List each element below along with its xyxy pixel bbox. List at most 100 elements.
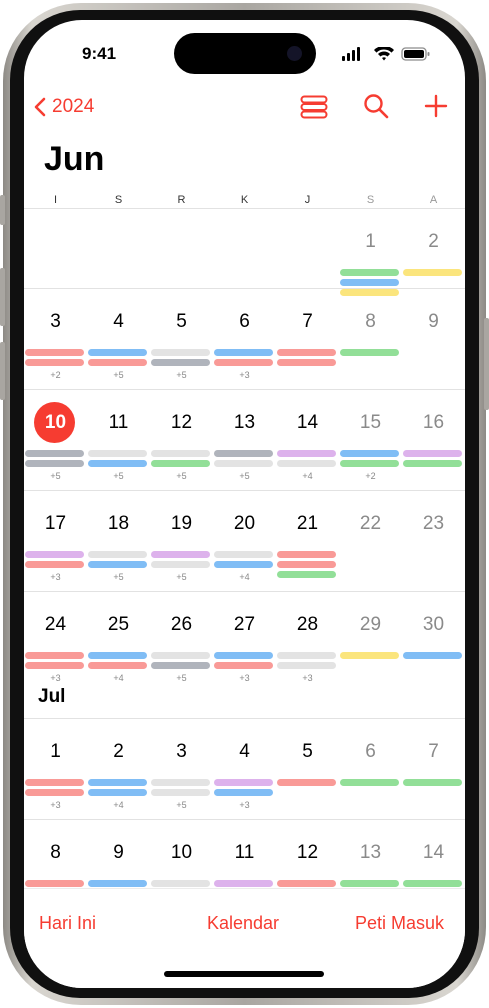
- event-bar[interactable]: [151, 880, 210, 887]
- event-bar[interactable]: [340, 450, 399, 457]
- event-bar[interactable]: [25, 359, 84, 366]
- event-bar[interactable]: [340, 779, 399, 786]
- event-bar[interactable]: [88, 349, 147, 356]
- event-bar[interactable]: [151, 779, 210, 786]
- event-bar[interactable]: [88, 662, 147, 669]
- event-bar[interactable]: [214, 450, 273, 457]
- event-bar[interactable]: [277, 652, 336, 659]
- day-cell[interactable]: 9: [402, 289, 465, 389]
- event-bar[interactable]: [277, 460, 336, 467]
- event-bar[interactable]: [214, 551, 273, 558]
- day-cell[interactable]: 4 +5: [87, 289, 150, 389]
- event-bar[interactable]: [403, 880, 462, 887]
- event-bar[interactable]: [25, 349, 84, 356]
- event-bar[interactable]: [403, 779, 462, 786]
- day-cell[interactable]: 22: [339, 491, 402, 591]
- day-cell[interactable]: 16: [402, 390, 465, 490]
- event-bar[interactable]: [25, 779, 84, 786]
- event-bar[interactable]: [25, 880, 84, 887]
- day-cell[interactable]: 3 +5: [150, 719, 213, 819]
- event-bar[interactable]: [88, 551, 147, 558]
- event-bar[interactable]: [214, 349, 273, 356]
- day-cell[interactable]: 21: [276, 491, 339, 591]
- event-bar[interactable]: [25, 561, 84, 568]
- event-bar[interactable]: [214, 460, 273, 467]
- day-cell[interactable]: 28 +3: [276, 592, 339, 692]
- day-cell[interactable]: 18 +5: [87, 491, 150, 591]
- event-bar[interactable]: [277, 779, 336, 786]
- list-view-icon[interactable]: [300, 95, 328, 119]
- event-bar[interactable]: [151, 450, 210, 457]
- day-cell[interactable]: 6 +3: [213, 289, 276, 389]
- search-icon[interactable]: [363, 93, 389, 119]
- inbox-button[interactable]: Peti Masuk: [355, 913, 444, 934]
- day-cell[interactable]: 1 +3: [24, 719, 87, 819]
- event-bar[interactable]: [277, 349, 336, 356]
- event-bar[interactable]: [151, 349, 210, 356]
- event-bar[interactable]: [340, 880, 399, 887]
- day-cell[interactable]: 27 +3: [213, 592, 276, 692]
- event-bar[interactable]: [88, 652, 147, 659]
- event-bar[interactable]: [88, 789, 147, 796]
- event-bar[interactable]: [214, 561, 273, 568]
- back-button[interactable]: 2024: [34, 90, 94, 124]
- day-cell[interactable]: 3 +2: [24, 289, 87, 389]
- event-bar[interactable]: [277, 551, 336, 558]
- plus-icon[interactable]: [424, 94, 448, 118]
- day-cell[interactable]: 7: [276, 289, 339, 389]
- event-bar[interactable]: [340, 269, 399, 276]
- event-bar[interactable]: [151, 359, 210, 366]
- event-bar[interactable]: [340, 279, 399, 286]
- event-bar[interactable]: [277, 359, 336, 366]
- event-bar[interactable]: [88, 359, 147, 366]
- event-bar[interactable]: [25, 662, 84, 669]
- event-bar[interactable]: [214, 652, 273, 659]
- event-bar[interactable]: [277, 571, 336, 578]
- event-bar[interactable]: [151, 460, 210, 467]
- day-cell[interactable]: 17 +3: [24, 491, 87, 591]
- event-bar[interactable]: [25, 652, 84, 659]
- event-bar[interactable]: [25, 789, 84, 796]
- day-cell[interactable]: 4 +3: [213, 719, 276, 819]
- calendars-button[interactable]: Kalendar: [207, 913, 279, 934]
- day-cell[interactable]: 7: [402, 719, 465, 819]
- event-bar[interactable]: [277, 662, 336, 669]
- day-cell[interactable]: 15 +2: [339, 390, 402, 490]
- day-cell[interactable]: 13 +5: [213, 390, 276, 490]
- day-cell[interactable]: 5 +5: [150, 289, 213, 389]
- event-bar[interactable]: [277, 880, 336, 887]
- event-bar[interactable]: [25, 460, 84, 467]
- event-bar[interactable]: [214, 880, 273, 887]
- event-bar[interactable]: [88, 460, 147, 467]
- event-bar[interactable]: [88, 561, 147, 568]
- event-bar[interactable]: [151, 551, 210, 558]
- event-bar[interactable]: [214, 779, 273, 786]
- day-cell[interactable]: 20 +4: [213, 491, 276, 591]
- day-cell[interactable]: 30: [402, 592, 465, 692]
- day-cell[interactable]: 26 +5: [150, 592, 213, 692]
- event-bar[interactable]: [403, 652, 462, 659]
- day-cell[interactable]: 11 +5: [87, 390, 150, 490]
- event-bar[interactable]: [151, 561, 210, 568]
- event-bar[interactable]: [214, 662, 273, 669]
- day-cell[interactable]: 8: [339, 289, 402, 389]
- event-bar[interactable]: [277, 561, 336, 568]
- event-bar[interactable]: [88, 880, 147, 887]
- day-cell[interactable]: 23: [402, 491, 465, 591]
- event-bar[interactable]: [340, 652, 399, 659]
- event-bar[interactable]: [25, 450, 84, 457]
- event-bar[interactable]: [340, 349, 399, 356]
- event-bar[interactable]: [88, 450, 147, 457]
- event-bar[interactable]: [403, 269, 462, 276]
- today-button[interactable]: Hari Ini: [39, 913, 96, 934]
- event-bar[interactable]: [88, 779, 147, 786]
- event-bar[interactable]: [151, 789, 210, 796]
- event-bar[interactable]: [277, 450, 336, 457]
- day-cell[interactable]: 5: [276, 719, 339, 819]
- day-cell[interactable]: 12 +5: [150, 390, 213, 490]
- event-bar[interactable]: [403, 460, 462, 467]
- day-cell[interactable]: 10 +5: [24, 390, 87, 490]
- event-bar[interactable]: [151, 662, 210, 669]
- day-cell[interactable]: 24 +3: [24, 592, 87, 692]
- event-bar[interactable]: [214, 359, 273, 366]
